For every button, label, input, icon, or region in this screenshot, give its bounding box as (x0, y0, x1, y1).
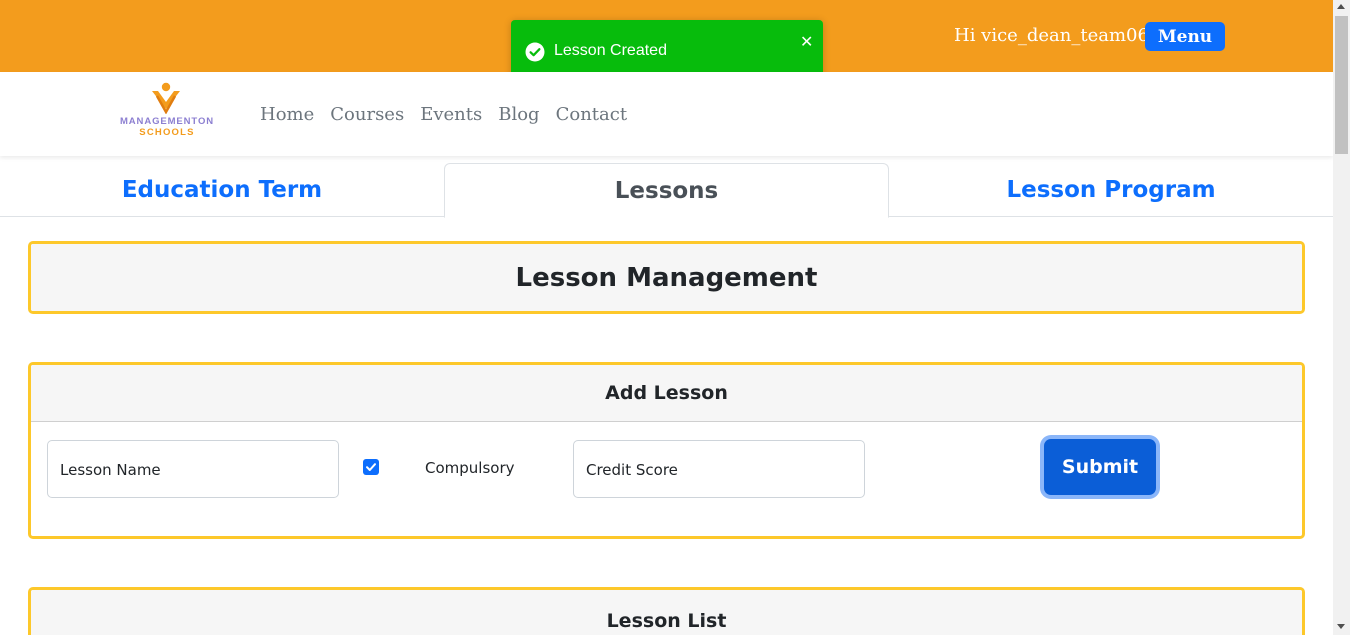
tab-bar: Education Term Lessons Lesson Program (0, 163, 1333, 218)
lesson-name-placeholder: Lesson Name (60, 461, 161, 479)
toast-message: Lesson Created (554, 42, 667, 59)
nav-link-courses[interactable]: Courses (330, 104, 404, 125)
nav-link-contact[interactable]: Contact (556, 104, 627, 125)
logo-text-line1: MANAGEMENTON (119, 116, 214, 127)
nav-link-home[interactable]: Home (260, 104, 314, 125)
nav-link-events[interactable]: Events (420, 104, 482, 125)
page-scrollbar[interactable] (1333, 0, 1350, 635)
school-logo[interactable]: MANAGEMENTON SCHOOLS (112, 82, 222, 142)
logo-mark-icon (152, 82, 180, 114)
credit-score-input[interactable]: Credit Score (573, 440, 865, 498)
lesson-management-card: Lesson Management (28, 241, 1305, 314)
nav-links: Home Courses Events Blog Contact (260, 104, 627, 125)
scroll-down-arrow-icon[interactable] (1337, 624, 1345, 629)
page-title: Lesson Management (31, 244, 1302, 311)
lesson-name-input[interactable]: Lesson Name (47, 440, 339, 498)
compulsory-checkbox[interactable] (363, 459, 379, 475)
navbar: MANAGEMENTON SCHOOLS Home Courses Events… (0, 72, 1333, 156)
tab-lessons[interactable]: Lessons (444, 163, 889, 218)
menu-button[interactable]: Menu (1145, 22, 1225, 51)
add-lesson-card: Add Lesson Lesson Name Compulsory Credit… (28, 362, 1305, 539)
check-circle-icon (525, 42, 545, 62)
lesson-list-card: Lesson List (28, 587, 1305, 635)
compulsory-label: Compulsory (425, 459, 515, 477)
credit-score-placeholder: Credit Score (586, 461, 678, 479)
nav-link-blog[interactable]: Blog (498, 104, 539, 125)
close-icon[interactable]: ✕ (800, 32, 813, 51)
submit-button[interactable]: Submit (1044, 439, 1156, 495)
scrollbar-thumb[interactable] (1335, 16, 1348, 154)
checkmark-icon (366, 463, 376, 471)
logo-text-line2: SCHOOLS (139, 127, 195, 138)
tab-education-term[interactable]: Education Term (0, 163, 444, 217)
tab-lesson-program[interactable]: Lesson Program (889, 163, 1333, 217)
user-greeting: Hi vice_dean_team06 (954, 25, 1149, 46)
scroll-up-arrow-icon[interactable] (1337, 4, 1345, 9)
lesson-list-title: Lesson List (31, 590, 1302, 635)
add-lesson-title: Add Lesson (31, 365, 1302, 422)
